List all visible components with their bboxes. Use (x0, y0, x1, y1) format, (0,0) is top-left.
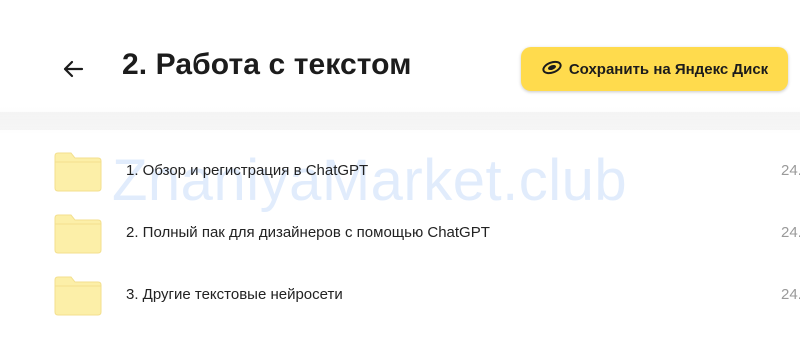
file-date: 24. (781, 224, 800, 241)
file-name: 1. Обзор и регистрация в ChatGPT (126, 162, 369, 179)
page: 2. Работа с текстом Сохранить на Яндекс … (0, 0, 800, 360)
list-item[interactable]: 2. Полный пак для дизайнеров с помощью C… (0, 202, 800, 264)
save-button-label: Сохранить на Яндекс Диск (568, 60, 769, 78)
yandex-disk-icon (541, 59, 563, 80)
page-title: 2. Работа с текстом (122, 48, 412, 81)
list-item[interactable]: 3. Другие текстовые нейросети 24. (0, 264, 800, 326)
header-divider (0, 112, 800, 134)
arrow-left-icon (62, 60, 84, 83)
file-name: 3. Другие текстовые нейросети (126, 286, 343, 303)
list-item[interactable]: 1. Обзор и регистрация в ChatGPT 24. (0, 140, 800, 202)
folder-icon (54, 152, 102, 192)
file-date: 24. (781, 286, 800, 303)
file-name: 2. Полный пак для дизайнеров с помощью C… (126, 224, 490, 241)
folder-icon (54, 276, 102, 316)
file-date: 24. (781, 162, 800, 179)
back-button[interactable] (54, 52, 92, 90)
folder-icon (54, 214, 102, 254)
file-list: 1. Обзор и регистрация в ChatGPT 24. 2. … (0, 140, 800, 326)
save-to-yandex-disk-button[interactable]: Сохранить на Яндекс Диск (521, 47, 788, 91)
